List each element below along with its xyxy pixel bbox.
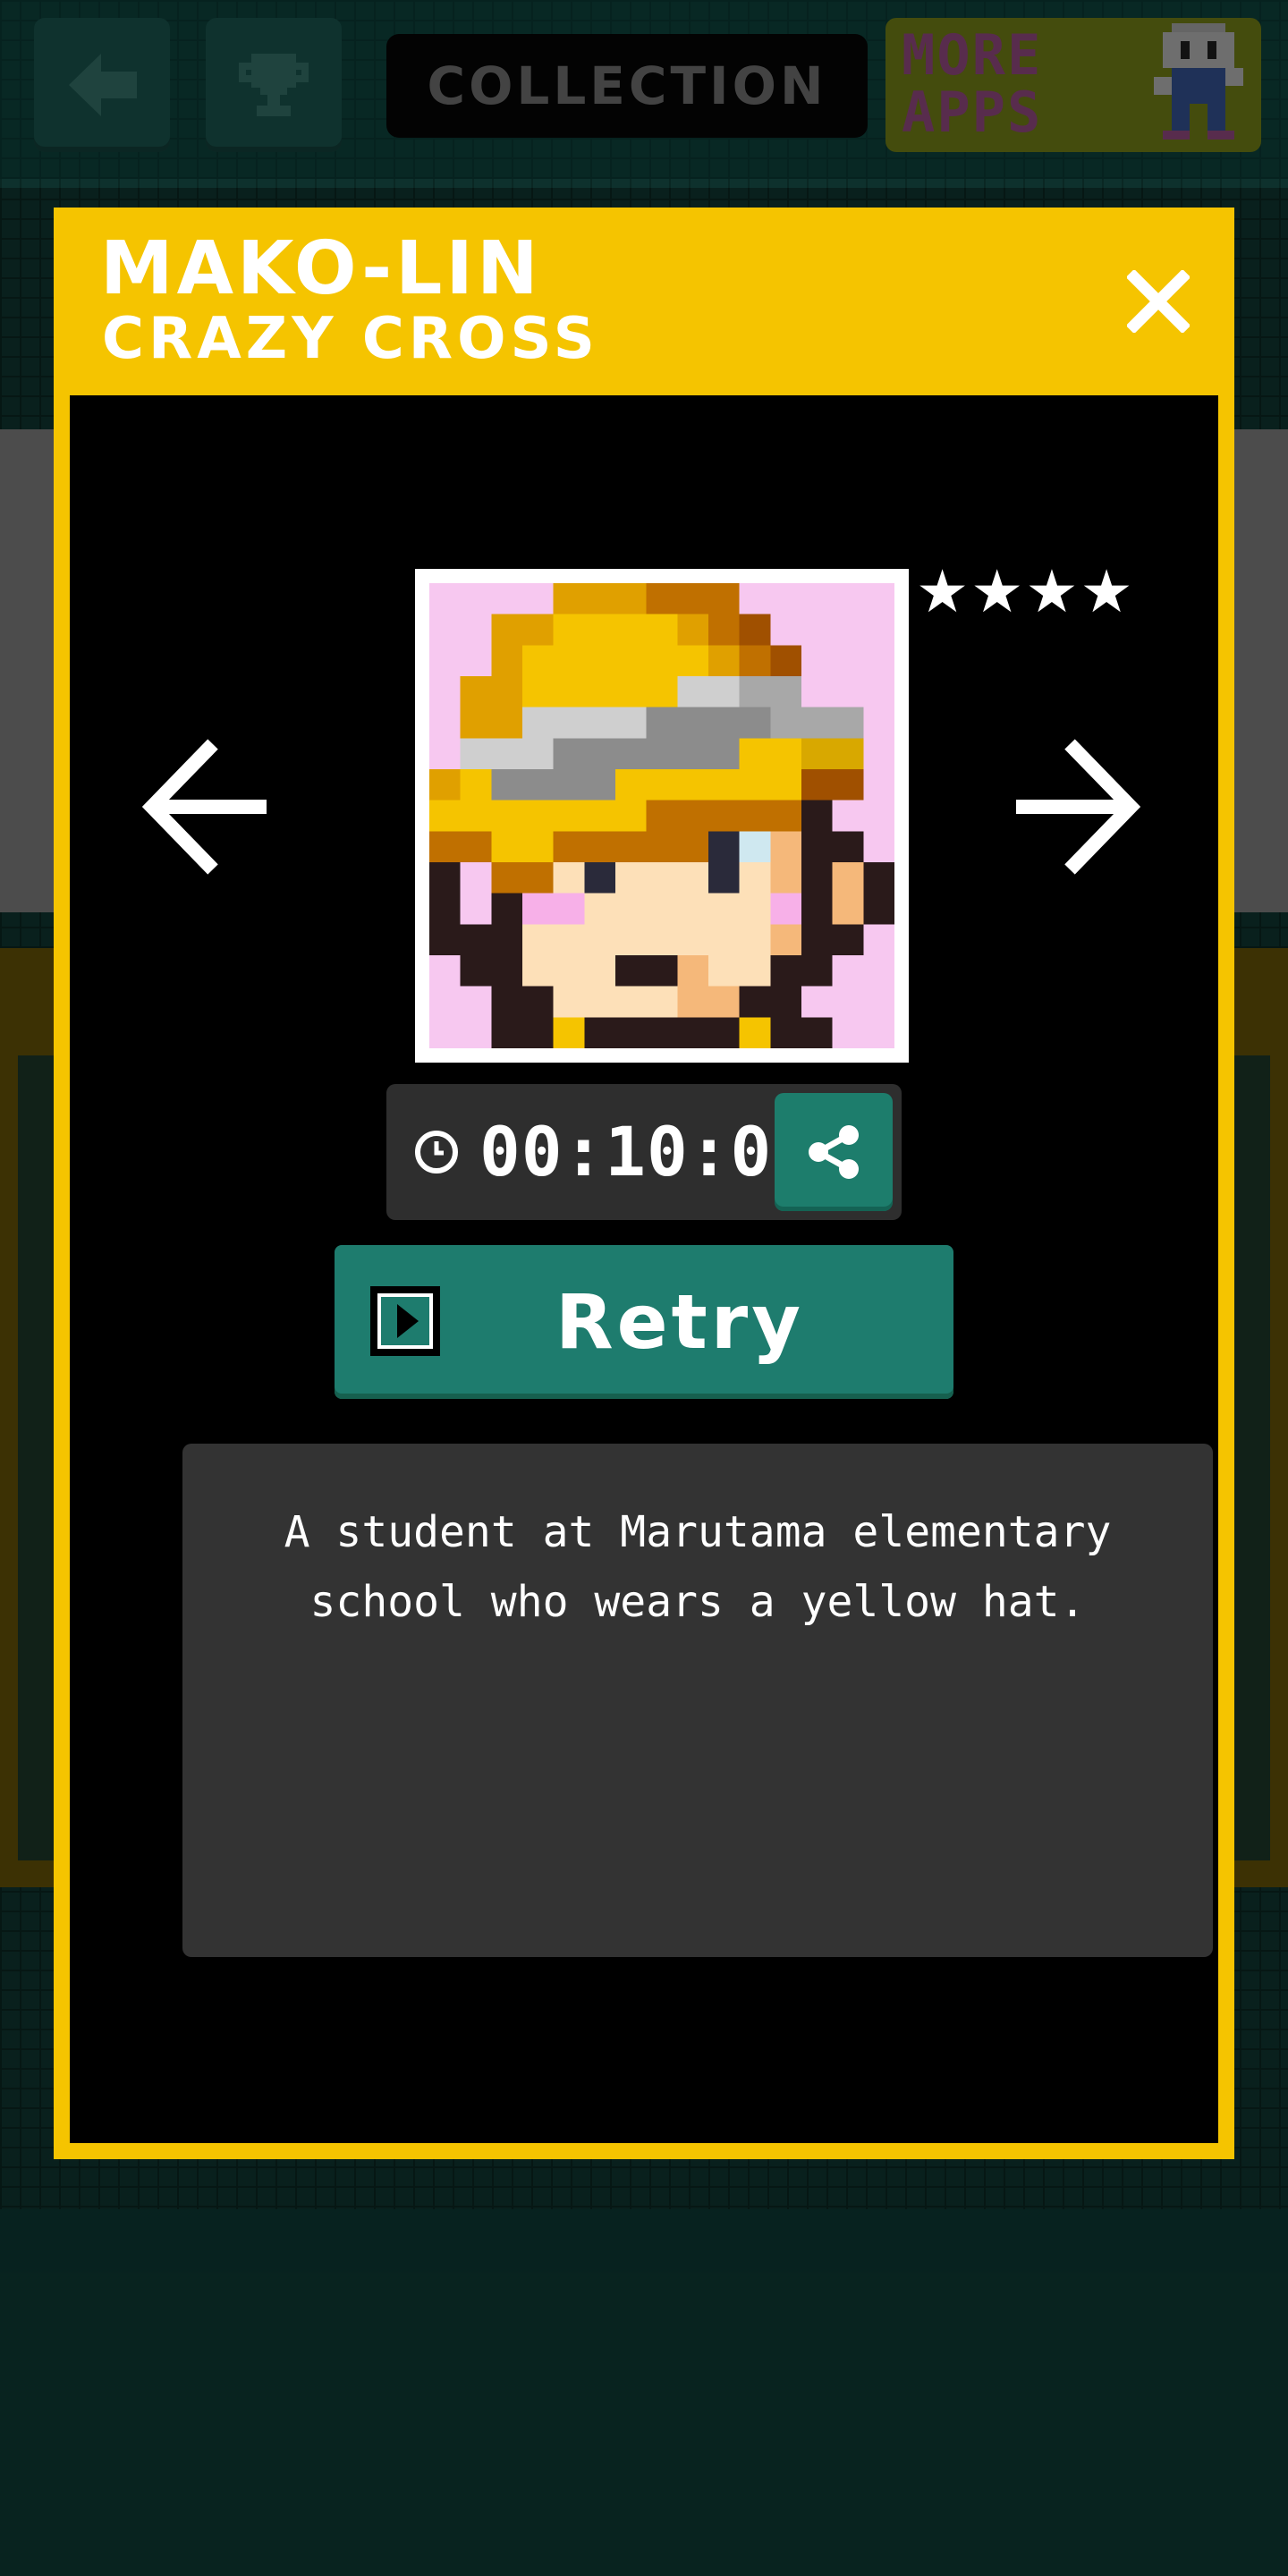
character-description: A student at Marutama elementary school … bbox=[284, 1507, 1112, 1627]
previous-character-button[interactable] bbox=[140, 726, 274, 887]
modal-body: ★★★★ 00:10:05 Retry A student at Marutam… bbox=[70, 395, 1218, 2143]
clear-time: 00:10:05 bbox=[479, 1112, 815, 1191]
share-icon bbox=[809, 1125, 859, 1179]
character-portrait bbox=[415, 569, 909, 1063]
close-icon bbox=[1127, 270, 1190, 333]
retry-button[interactable]: Retry bbox=[335, 1245, 953, 1399]
modal-header: MAKO-LIN CRAZY CROSS bbox=[54, 208, 1234, 395]
character-pixel-art bbox=[429, 583, 894, 1048]
game-title: CRAZY CROSS bbox=[102, 306, 599, 372]
description-panel: A student at Marutama elementary school … bbox=[182, 1444, 1213, 1957]
star-rating: ★★★★ bbox=[916, 557, 1135, 626]
clock-icon bbox=[415, 1131, 458, 1174]
clear-time-panel: 00:10:05 bbox=[386, 1084, 902, 1220]
share-button[interactable] bbox=[775, 1093, 893, 1211]
character-name: MAKO-LIN bbox=[100, 226, 542, 311]
close-button[interactable] bbox=[1109, 252, 1208, 351]
next-character-button[interactable] bbox=[1009, 726, 1143, 887]
character-modal: MAKO-LIN CRAZY CROSS ★★★★ 00:10:05 Retry… bbox=[54, 208, 1234, 2159]
retry-label: Retry bbox=[555, 1278, 804, 1366]
play-icon bbox=[370, 1286, 440, 1356]
arrow-left-icon bbox=[141, 739, 267, 875]
arrow-right-icon bbox=[1016, 739, 1141, 875]
